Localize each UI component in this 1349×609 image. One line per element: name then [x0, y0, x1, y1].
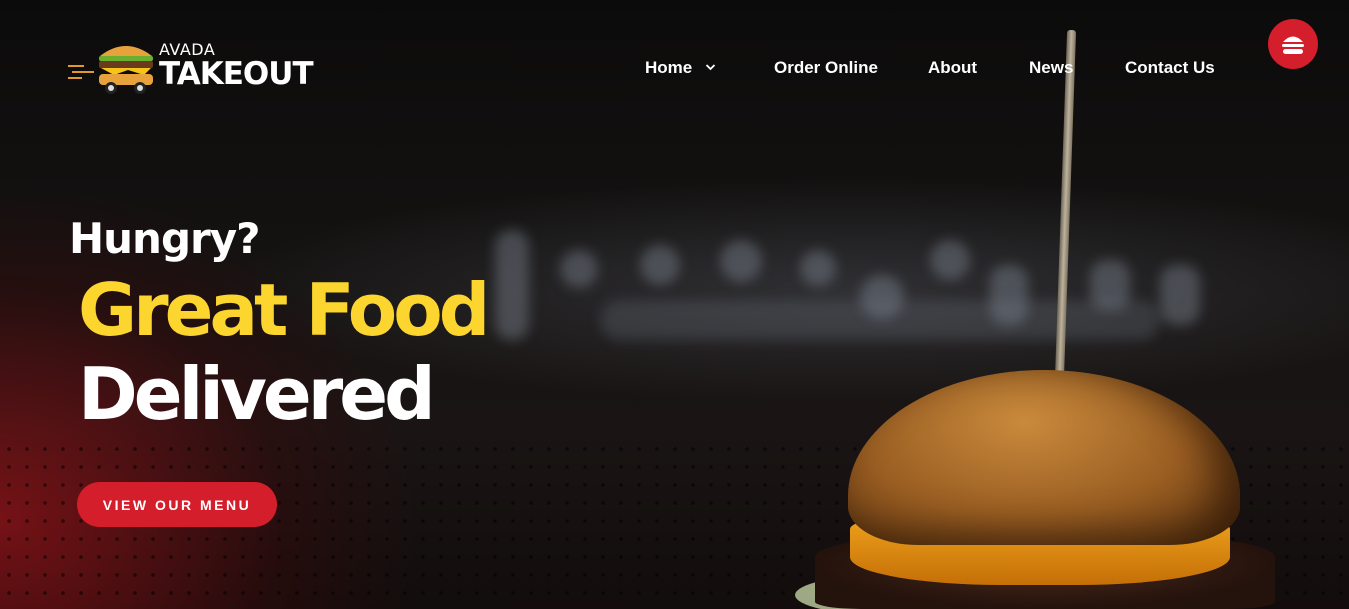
- menu-toggle-button[interactable]: [1268, 19, 1318, 69]
- background-bokeh: [930, 240, 970, 280]
- background-bokeh: [800, 250, 836, 286]
- view-menu-button[interactable]: VIEW OUR MENU: [77, 482, 277, 527]
- background-bokeh: [560, 250, 598, 288]
- chevron-down-icon[interactable]: [705, 60, 716, 77]
- nav-item-home[interactable]: Home: [645, 58, 692, 78]
- burger-bun: [848, 370, 1240, 545]
- nav-item-news[interactable]: News: [1029, 58, 1073, 78]
- burger-icon: [1282, 36, 1304, 54]
- nav-item-order-online[interactable]: Order Online: [774, 58, 878, 78]
- background-bokeh: [1160, 265, 1200, 325]
- nav-item-contact-us[interactable]: Contact Us: [1125, 58, 1215, 78]
- hero-kicker: Hungry?: [69, 214, 260, 263]
- background-bokeh: [600, 300, 1160, 340]
- main-nav: Home Order Online About News Contact Us: [0, 58, 1349, 80]
- background-bokeh: [640, 245, 680, 285]
- nav-item-about[interactable]: About: [928, 58, 977, 78]
- hero-heading-line1: Great Food: [78, 268, 490, 352]
- background-bokeh: [720, 240, 762, 282]
- background-bokeh: [495, 230, 529, 340]
- hero-heading-line2: Delivered: [78, 352, 436, 436]
